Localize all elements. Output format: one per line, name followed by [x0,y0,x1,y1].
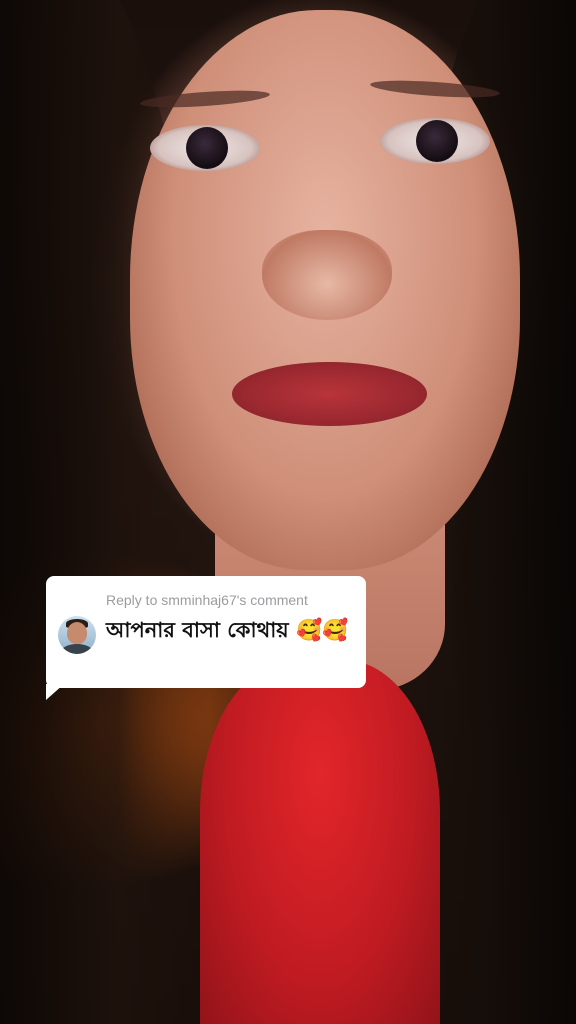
comment-text: আপনার বাসা কোথায় 🥰🥰 [106,618,349,642]
red-shirt [200,660,440,1024]
reply-comment-sticker[interactable]: Reply to smminhaj67's comment আপনার বাসা… [46,576,366,688]
user-avatar-icon[interactable] [58,616,96,654]
lips [232,362,427,426]
iris-left [186,127,228,169]
nose [262,230,392,320]
video-frame[interactable]: Reply to smminhaj67's comment আপনার বাসা… [0,0,576,1024]
eye-left [150,125,260,171]
reply-header: Reply to smminhaj67's comment [106,592,308,608]
avatar-body [61,644,93,654]
eye-right [380,118,490,164]
iris-right [416,120,458,162]
sticker-tail [46,684,64,700]
video-background [0,0,576,1024]
avatar-head [67,622,87,644]
